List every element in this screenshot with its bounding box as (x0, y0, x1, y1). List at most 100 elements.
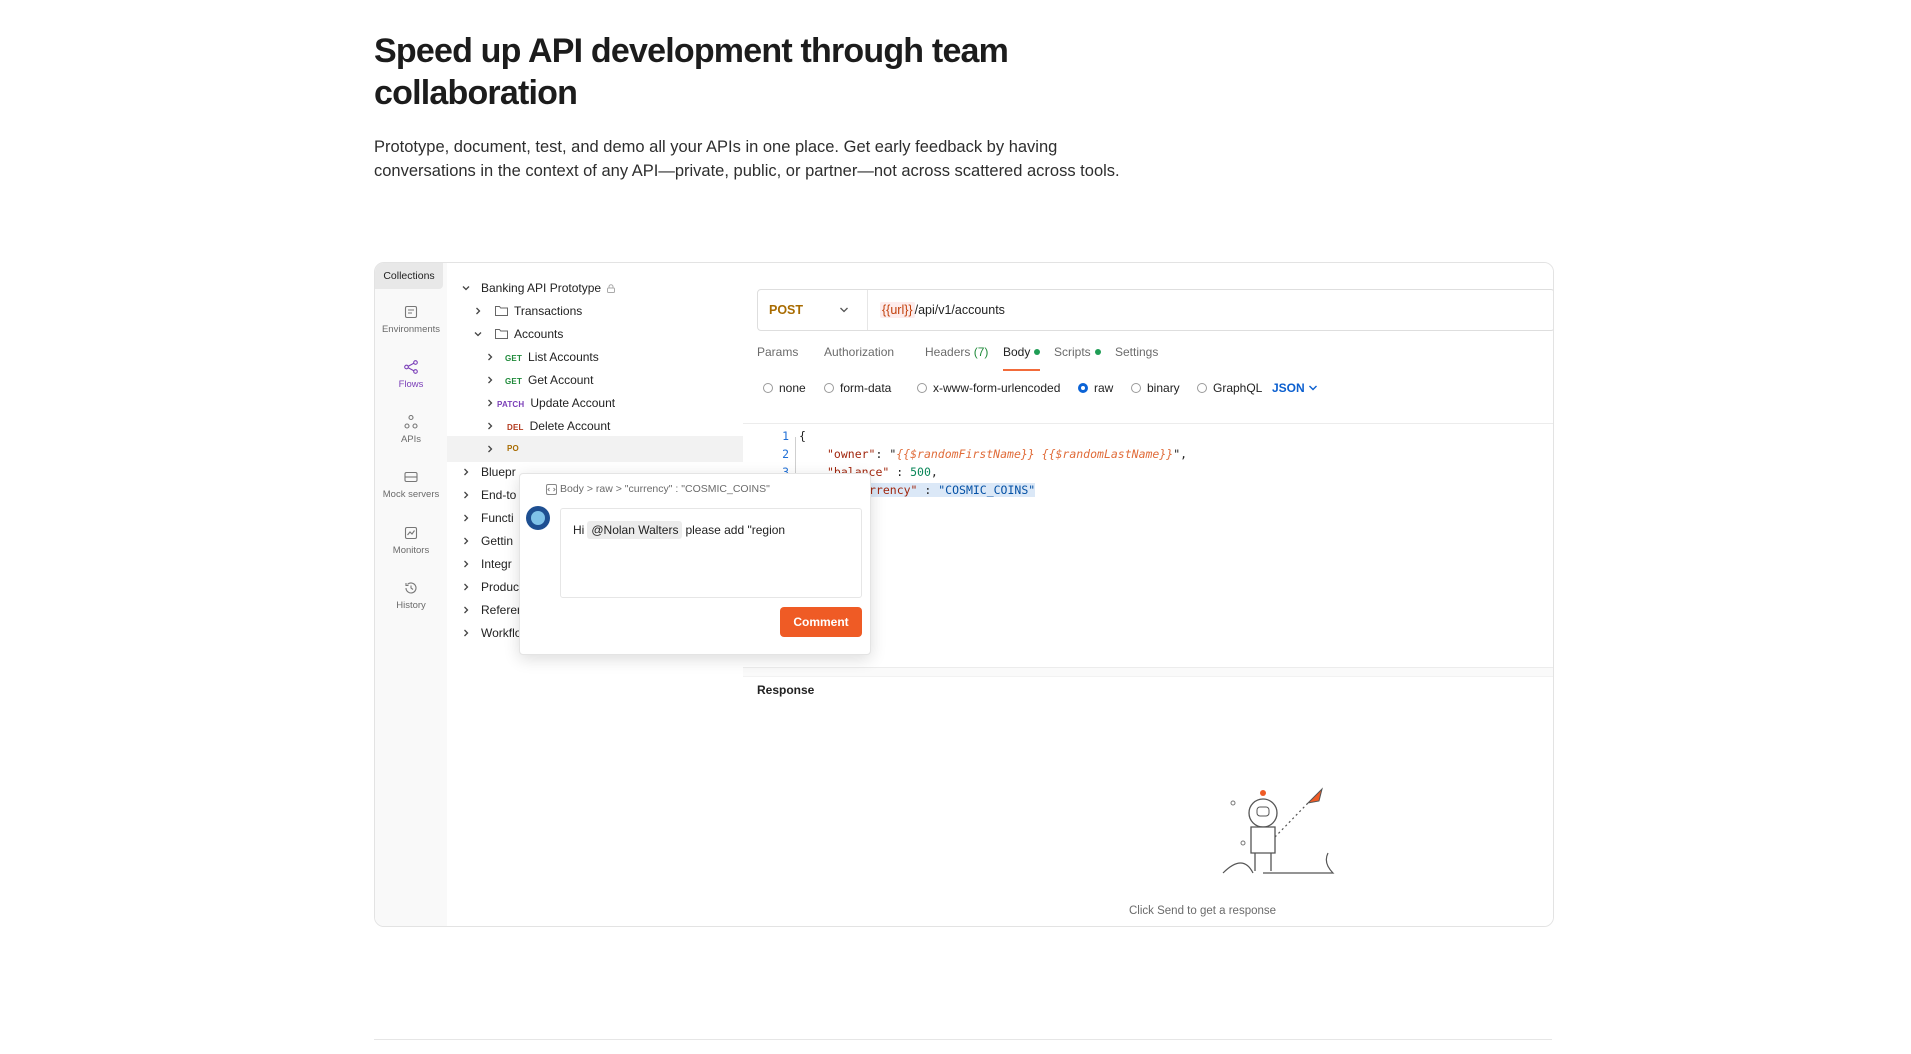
tab-params[interactable]: Params (757, 345, 798, 369)
folder-icon (495, 329, 508, 339)
code-line-1: { (799, 429, 806, 443)
hero-description-line-1: Prototype, document, test, and demo all … (374, 138, 1058, 156)
method-select-value: POST (769, 303, 804, 317)
radio-form-data[interactable]: form-data (824, 381, 891, 395)
status-dot-icon (1094, 349, 1101, 355)
line-number: 2 (782, 447, 789, 461)
response-divider[interactable] (743, 667, 1553, 677)
chevron-down-icon (1309, 385, 1318, 391)
comment-text-after: please add "region (685, 523, 786, 537)
method-badge: DEL (507, 423, 524, 432)
code-block-icon (546, 484, 557, 495)
radio-graphql[interactable]: GraphQL (1197, 381, 1262, 395)
method-badge: GET (505, 377, 523, 386)
rail-item-history[interactable]: History (375, 580, 447, 611)
hero-section: Speed up API development through team co… (374, 30, 1194, 183)
chevron-right-icon (461, 620, 471, 646)
response-empty-hint: Click Send to get a response (1129, 905, 1277, 917)
tab-authorization[interactable]: Authorization (824, 345, 894, 369)
radio-circle-icon (1197, 383, 1207, 393)
radio-circle-icon (824, 383, 834, 393)
rail-item-monitors[interactable]: Monitors (375, 525, 447, 556)
app-screenshot: Collections Environments Flows APIs Mock… (374, 262, 1554, 927)
code-line-2: "owner": "{{$randomFirstName}} {{$random… (827, 447, 1188, 461)
rail-item-label: APIs (400, 434, 422, 445)
json-number: 500 (910, 465, 931, 479)
radio-label: raw (1094, 381, 1114, 395)
method-badge: GET (505, 354, 523, 363)
tab-scripts-label: Scripts (1054, 345, 1091, 359)
request-name: Get Account (528, 373, 594, 387)
radio-label: GraphQL (1213, 381, 1263, 395)
format-select-json[interactable]: JSON (1272, 381, 1318, 395)
tab-headers-label: Headers (925, 345, 971, 359)
rail-item-label: Monitors (392, 545, 430, 556)
radio-circle-icon (1131, 383, 1141, 393)
response-title: Response (757, 683, 815, 697)
mention-chip[interactable]: @Nolan Walters (587, 521, 683, 539)
radio-circle-icon (917, 383, 927, 393)
json-template-value: {{$randomFirstName}} {{$randomLastName}} (896, 447, 1174, 461)
radio-urlencoded[interactable]: x-www-form-urlencoded (917, 381, 1060, 395)
hero-title-line-2: collaboration (374, 74, 578, 112)
flows-icon (404, 360, 418, 374)
radio-circle-icon (763, 383, 773, 393)
comment-input[interactable]: Hi @Nolan Walters please add "region (560, 508, 862, 598)
rail-tab-collections[interactable]: Collections (375, 263, 443, 289)
chevron-down-icon (840, 307, 848, 313)
radio-label: none (779, 381, 806, 395)
rail-item-label: Mock servers (382, 489, 440, 500)
line-number: 1 (782, 429, 789, 443)
code-line-4: rrency" : "COSMIC_COINS" (869, 483, 1036, 497)
tab-headers[interactable]: Headers (7) (925, 345, 988, 369)
tree-root-text: Banking API Prototype (481, 281, 602, 295)
tab-scripts[interactable]: Scripts (1054, 345, 1101, 369)
rail-item-apis[interactable]: APIs (375, 414, 447, 445)
comment-text-before: Hi (573, 523, 585, 537)
apis-icon (404, 414, 418, 429)
radio-label: form-data (840, 381, 892, 395)
rail-item-flows[interactable]: Flows (375, 359, 447, 390)
status-dot-icon (1034, 349, 1041, 355)
rail-item-environments[interactable]: Environments (375, 304, 447, 335)
environments-icon (404, 305, 418, 319)
tab-settings[interactable]: Settings (1115, 345, 1158, 369)
format-label: JSON (1272, 381, 1305, 395)
lock-icon (607, 284, 616, 293)
hero-description-line-2: conversations in the context of any API—… (374, 162, 1120, 180)
radio-none[interactable]: none (763, 381, 806, 395)
rail-item-label: Environments (381, 324, 441, 335)
json-key: "owner" (827, 447, 876, 461)
rail-item-mock-servers[interactable]: Mock servers (375, 469, 447, 500)
request-name: Update Account (530, 396, 616, 410)
monitors-icon (404, 526, 418, 540)
astronaut-rocket-illustration (1222, 787, 1335, 874)
comment-popup: Body > raw > "currency" : "COSMIC_COINS"… (519, 473, 871, 655)
comment-text: Hi @Nolan Walters please add "region (573, 521, 786, 539)
avatar (526, 506, 550, 530)
mock-servers-icon (404, 471, 418, 483)
hero-title: Speed up API development through team co… (374, 30, 1194, 114)
json-string: "COSMIC_COINS" (938, 483, 1036, 497)
rail-item-label: History (396, 600, 426, 611)
hero-title-line-1: Speed up API development through team (374, 32, 1009, 70)
comment-button[interactable]: Comment (780, 607, 862, 637)
radio-binary[interactable]: binary (1131, 381, 1180, 395)
editor-top-border (743, 423, 1553, 424)
request-name: Delete Account (529, 419, 611, 433)
url-path: /api/v1/accounts (914, 303, 1005, 317)
url-bar: POST {{url}}/api/v1/accounts (757, 289, 1553, 331)
radio-raw[interactable]: raw (1078, 381, 1113, 395)
json-key: rrency" (869, 483, 918, 497)
method-select[interactable]: POST (758, 290, 868, 330)
url-variable: {{url}} (880, 302, 915, 318)
sidebar-rail: Collections Environments Flows APIs Mock… (375, 263, 448, 926)
url-input[interactable]: {{url}}/api/v1/accounts (880, 290, 1005, 330)
headers-count: (7) (973, 345, 989, 359)
folder-icon (495, 306, 508, 316)
hero-description: Prototype, document, test, and demo all … (374, 135, 1194, 183)
tab-body[interactable]: Body (1003, 345, 1041, 371)
radio-label: x-www-form-urlencoded (933, 381, 1061, 395)
history-icon (405, 582, 417, 594)
rail-item-label: Flows (398, 379, 424, 390)
